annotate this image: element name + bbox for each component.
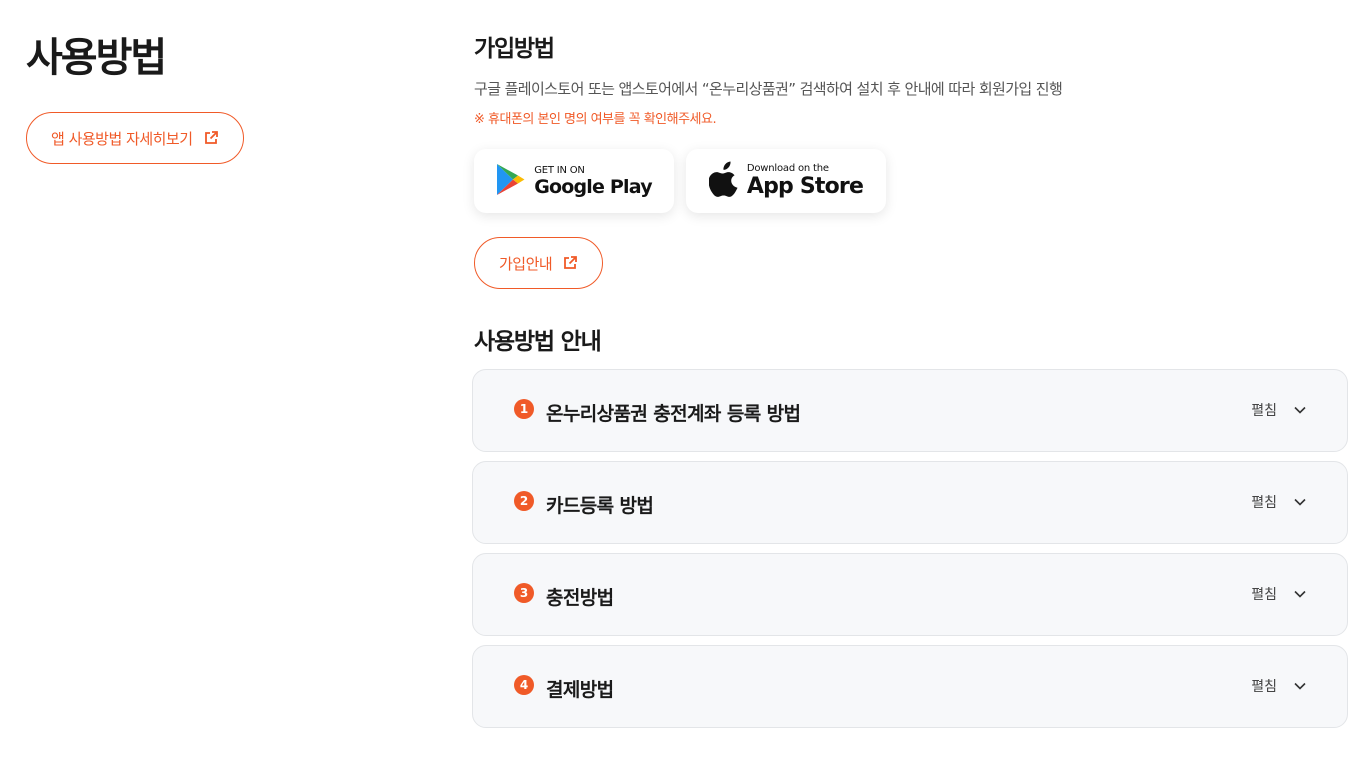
store-buttons: GET IN ON Google Play Download on the Ap… (474, 149, 1350, 213)
right-column: 가입방법 구글 플레이스토어 또는 앱스토어에서 “온누리상품권” 검색하여 설… (472, 34, 1350, 737)
signup-description: 구글 플레이스토어 또는 앱스토어에서 “온누리상품권” 검색하여 설치 후 안… (474, 80, 1063, 98)
app-store-button[interactable]: Download on the App Store (686, 149, 886, 213)
expand-label: 펼침 (1251, 586, 1277, 603)
accordion-item-1[interactable]: 1 온누리상품권 충전계좌 등록 방법 펼침 (472, 369, 1348, 452)
app-store-big-text: App Store (746, 174, 864, 199)
chevron-down-icon (1294, 498, 1306, 506)
expand-toggle[interactable]: 펼침 (1251, 492, 1307, 512)
google-play-button[interactable]: GET IN ON Google Play (474, 149, 674, 213)
accordion-title: 충전방법 (546, 587, 614, 609)
external-link-icon (562, 255, 578, 271)
accordion-title: 온누리상품권 충전계좌 등록 방법 (546, 403, 801, 425)
accordion-title: 결제방법 (546, 679, 614, 701)
accordion-title: 카드등록 방법 (546, 495, 654, 517)
external-link-icon (203, 130, 219, 146)
expand-label: 펼침 (1251, 494, 1277, 511)
usage-guide-title: 사용방법 안내 (474, 329, 602, 355)
usage-guide-accordion: 1 온누리상품권 충전계좌 등록 방법 펼침 2 카드등록 방법 펼침 3 충전… (472, 369, 1348, 728)
chevron-down-icon (1294, 682, 1306, 690)
accordion-item-2[interactable]: 2 카드등록 방법 펼침 (472, 461, 1348, 544)
accordion-item-3[interactable]: 3 충전방법 펼침 (472, 553, 1348, 636)
step-number-badge: 2 (514, 491, 534, 511)
expand-label: 펼침 (1251, 678, 1277, 695)
apple-icon (708, 161, 739, 201)
expand-toggle[interactable]: 펼침 (1251, 400, 1307, 420)
expand-toggle[interactable]: 펼침 (1251, 584, 1307, 604)
signup-guide-label: 가입안내 (499, 254, 553, 273)
google-play-icon (496, 163, 526, 200)
app-usage-detail-label: 앱 사용방법 자세히보기 (51, 129, 193, 148)
chevron-down-icon (1294, 406, 1306, 414)
signup-guide-button[interactable]: 가입안내 (474, 237, 604, 289)
expand-label: 펼침 (1251, 402, 1277, 419)
chevron-down-icon (1294, 590, 1306, 598)
google-play-small-text: GET IN ON (534, 164, 585, 176)
expand-toggle[interactable]: 펼침 (1251, 676, 1307, 696)
app-store-small-text: Download on the (746, 163, 829, 174)
step-number-badge: 4 (514, 675, 534, 695)
google-play-big-text: Google Play (534, 175, 652, 198)
left-column: 사용방법 앱 사용방법 자세히보기 (26, 34, 406, 164)
accordion-item-4[interactable]: 4 결제방법 펼침 (472, 645, 1348, 728)
step-number-badge: 1 (514, 399, 534, 419)
step-number-badge: 3 (514, 583, 534, 603)
page-title: 사용방법 (26, 35, 167, 81)
signup-section-title: 가입방법 (474, 36, 555, 62)
app-usage-detail-button[interactable]: 앱 사용방법 자세히보기 (26, 112, 244, 164)
signup-notice: ※ 휴대폰의 본인 명의 여부를 꼭 확인해주세요. (474, 112, 717, 127)
